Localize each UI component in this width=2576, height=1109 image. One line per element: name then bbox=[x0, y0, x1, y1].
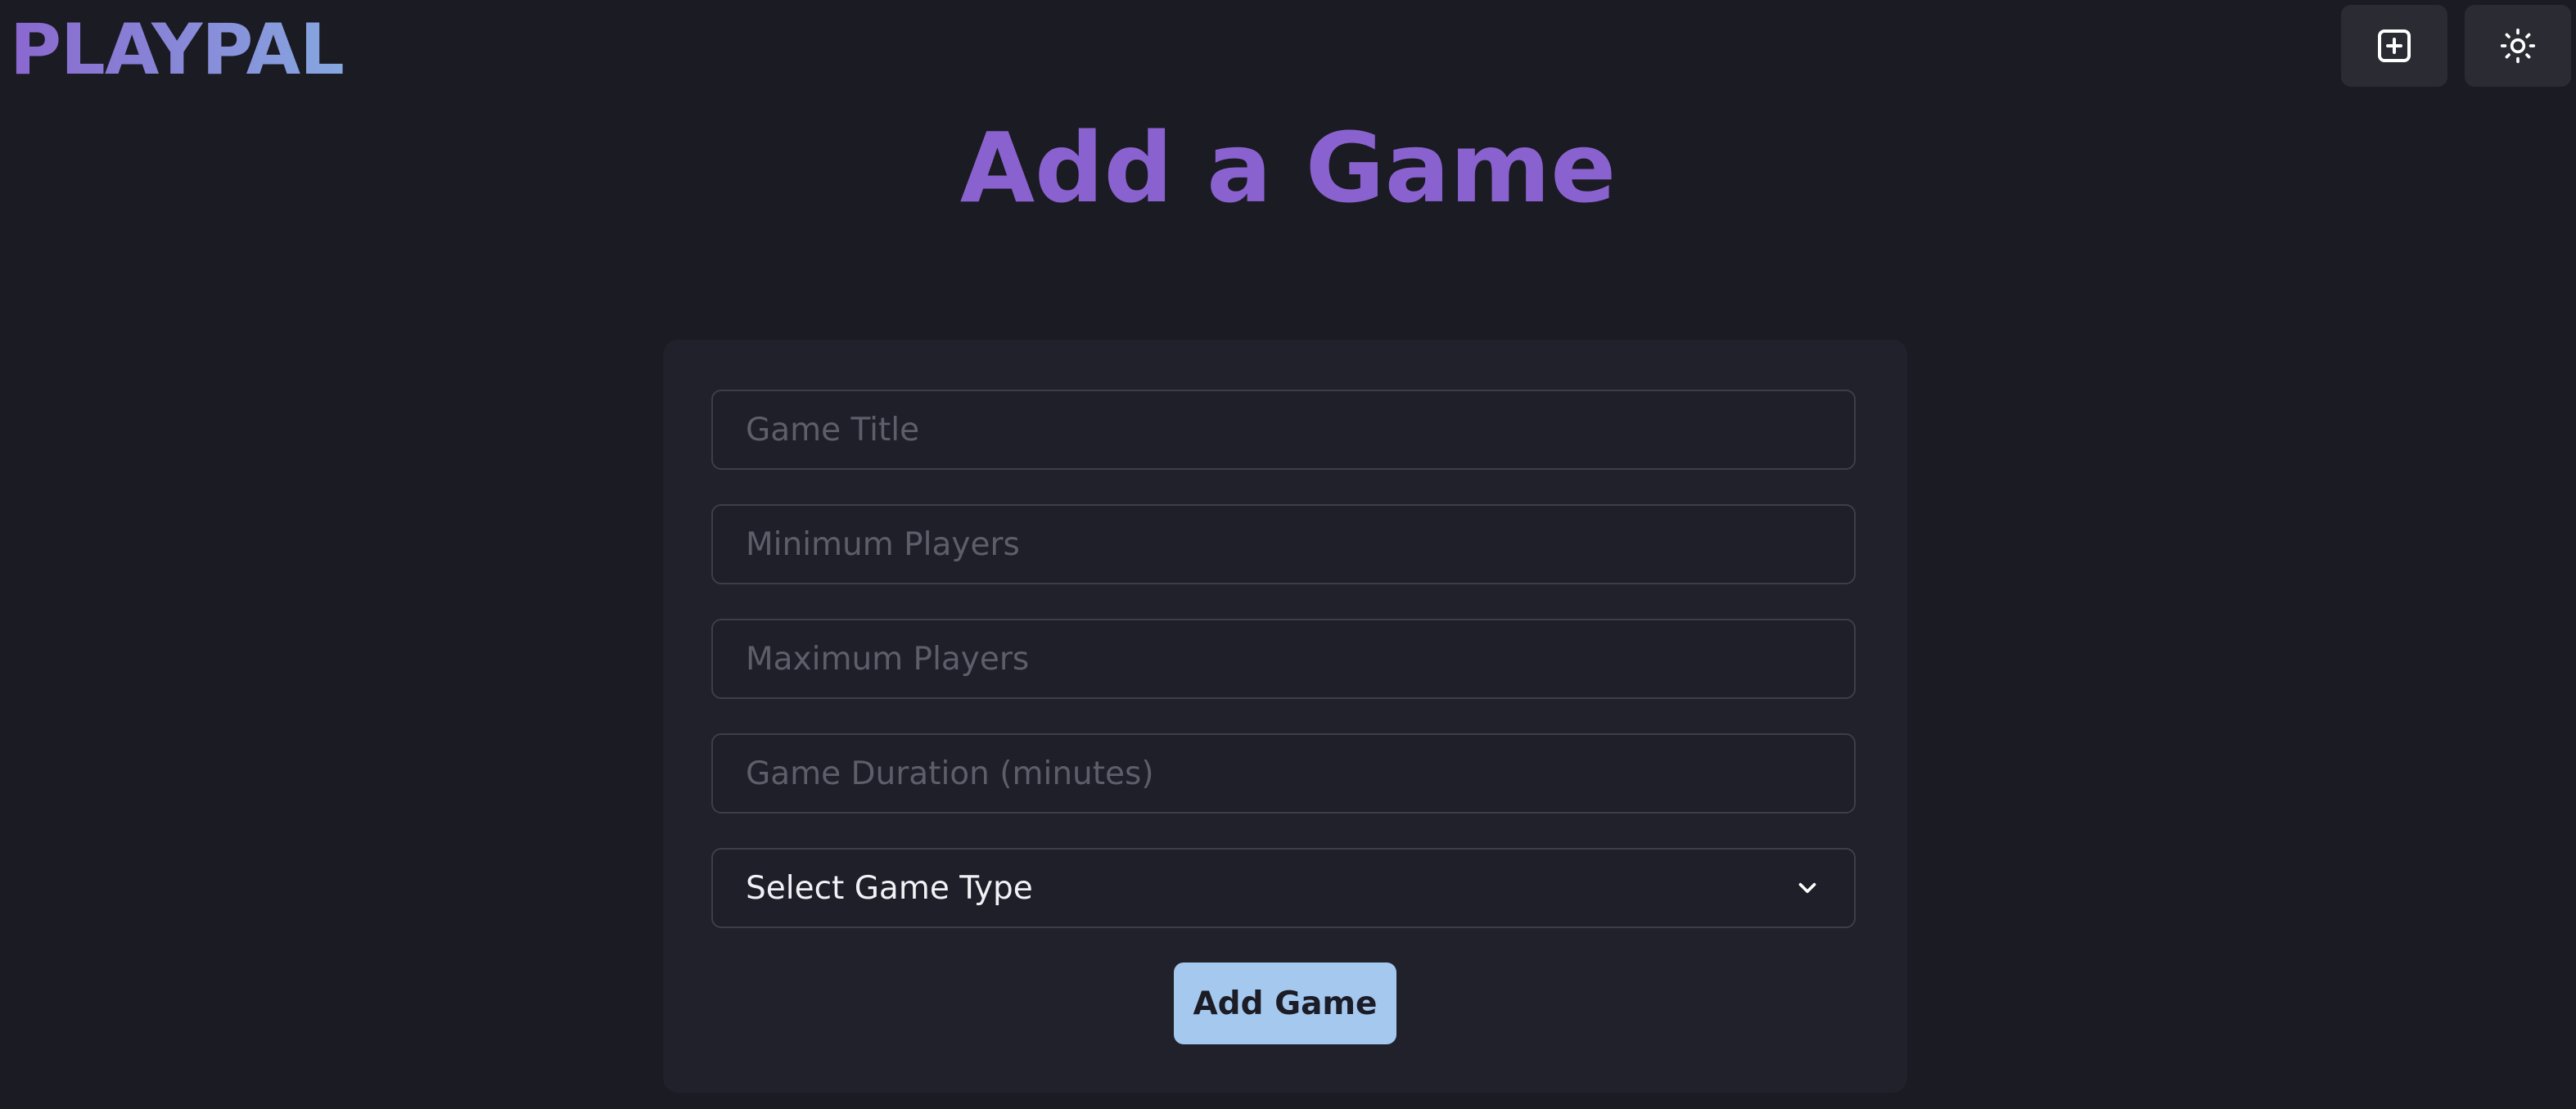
chevron-down-icon bbox=[1798, 882, 1816, 894]
page-title: Add a Game bbox=[959, 111, 1617, 224]
min-players-input[interactable] bbox=[711, 504, 1856, 584]
page: PLAYPAL Add a Game Select Game Type bbox=[0, 0, 2576, 1109]
add-game-nav-button[interactable] bbox=[2341, 5, 2447, 87]
logo[interactable]: PLAYPAL bbox=[10, 5, 345, 95]
plus-square-icon bbox=[2378, 29, 2411, 62]
game-duration-input[interactable] bbox=[711, 733, 1856, 814]
game-type-select[interactable]: Select Game Type bbox=[711, 848, 1856, 928]
game-title-input[interactable] bbox=[711, 390, 1856, 470]
game-type-selected-value: Select Game Type bbox=[746, 869, 1033, 907]
theme-toggle-button[interactable] bbox=[2465, 5, 2571, 87]
add-game-button[interactable]: Add Game bbox=[1174, 962, 1396, 1044]
sun-icon bbox=[2500, 28, 2536, 64]
max-players-input[interactable] bbox=[711, 619, 1856, 699]
add-game-form: Select Game Type Add Game bbox=[663, 340, 1907, 1093]
